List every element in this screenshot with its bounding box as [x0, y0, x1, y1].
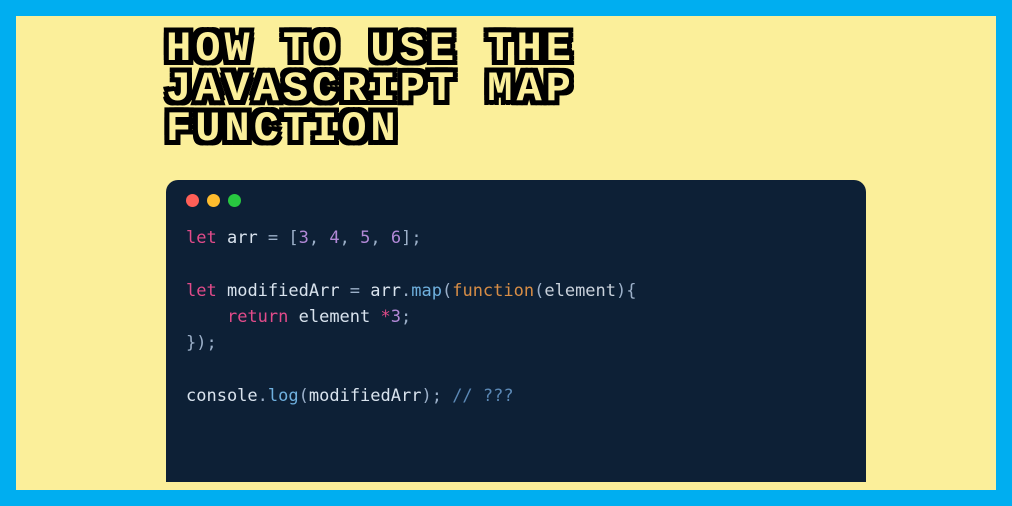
num-5: 5 [360, 228, 370, 248]
brace-close-line: }); [186, 333, 217, 353]
dot: . [401, 281, 411, 301]
num-4: 4 [329, 228, 339, 248]
ident-console: console [186, 386, 258, 406]
op-star: * [381, 307, 391, 327]
param-element: element [544, 281, 616, 301]
zoom-icon[interactable] [228, 194, 241, 207]
close-icon[interactable] [186, 194, 199, 207]
headline-line-2: JAVASCRIPT MAP [166, 70, 575, 110]
op-eq: = [340, 281, 371, 301]
headline: HOW TO USE THE JAVASCRIPT MAP FUNCTION [166, 30, 575, 150]
comment: // ??? [452, 386, 513, 406]
paren-open: ( [534, 281, 544, 301]
canvas: HOW TO USE THE JAVASCRIPT MAP FUNCTION l… [16, 16, 996, 490]
paren-open: ( [442, 281, 452, 301]
headline-line-1: HOW TO USE THE [166, 30, 575, 70]
indent [186, 307, 227, 327]
keyword-let: let [186, 281, 217, 301]
bracket-open: [ [288, 228, 298, 248]
bracket-close: ]; [401, 228, 421, 248]
ident-arr: arr [227, 228, 258, 248]
semi: ; [401, 307, 411, 327]
brace-open: { [626, 281, 636, 301]
comma: , [309, 228, 329, 248]
keyword-let: let [186, 228, 217, 248]
keyword-function: function [452, 281, 534, 301]
ident-element: element [288, 307, 380, 327]
headline-line-3: FUNCTION [166, 110, 575, 150]
op-eq: = [258, 228, 289, 248]
comma: , [370, 228, 390, 248]
code-block: let arr = [3, 4, 5, 6]; let modifiedArr … [186, 225, 846, 409]
traffic-lights [186, 194, 846, 207]
paren-open: ( [299, 386, 309, 406]
keyword-return: return [227, 307, 288, 327]
num-3b: 3 [391, 307, 401, 327]
comma: , [340, 228, 360, 248]
dot: . [258, 386, 268, 406]
num-3: 3 [299, 228, 309, 248]
paren-close: ) [616, 281, 626, 301]
ident-modifiedArr: modifiedArr [227, 281, 340, 301]
ident-modifiedArr-ref: modifiedArr [309, 386, 422, 406]
code-window: let arr = [3, 4, 5, 6]; let modifiedArr … [166, 180, 866, 482]
ident-arr-ref: arr [370, 281, 401, 301]
minimize-icon[interactable] [207, 194, 220, 207]
method-log: log [268, 386, 299, 406]
paren-close-semi: ); [421, 386, 452, 406]
num-6: 6 [391, 228, 401, 248]
method-map: map [411, 281, 442, 301]
